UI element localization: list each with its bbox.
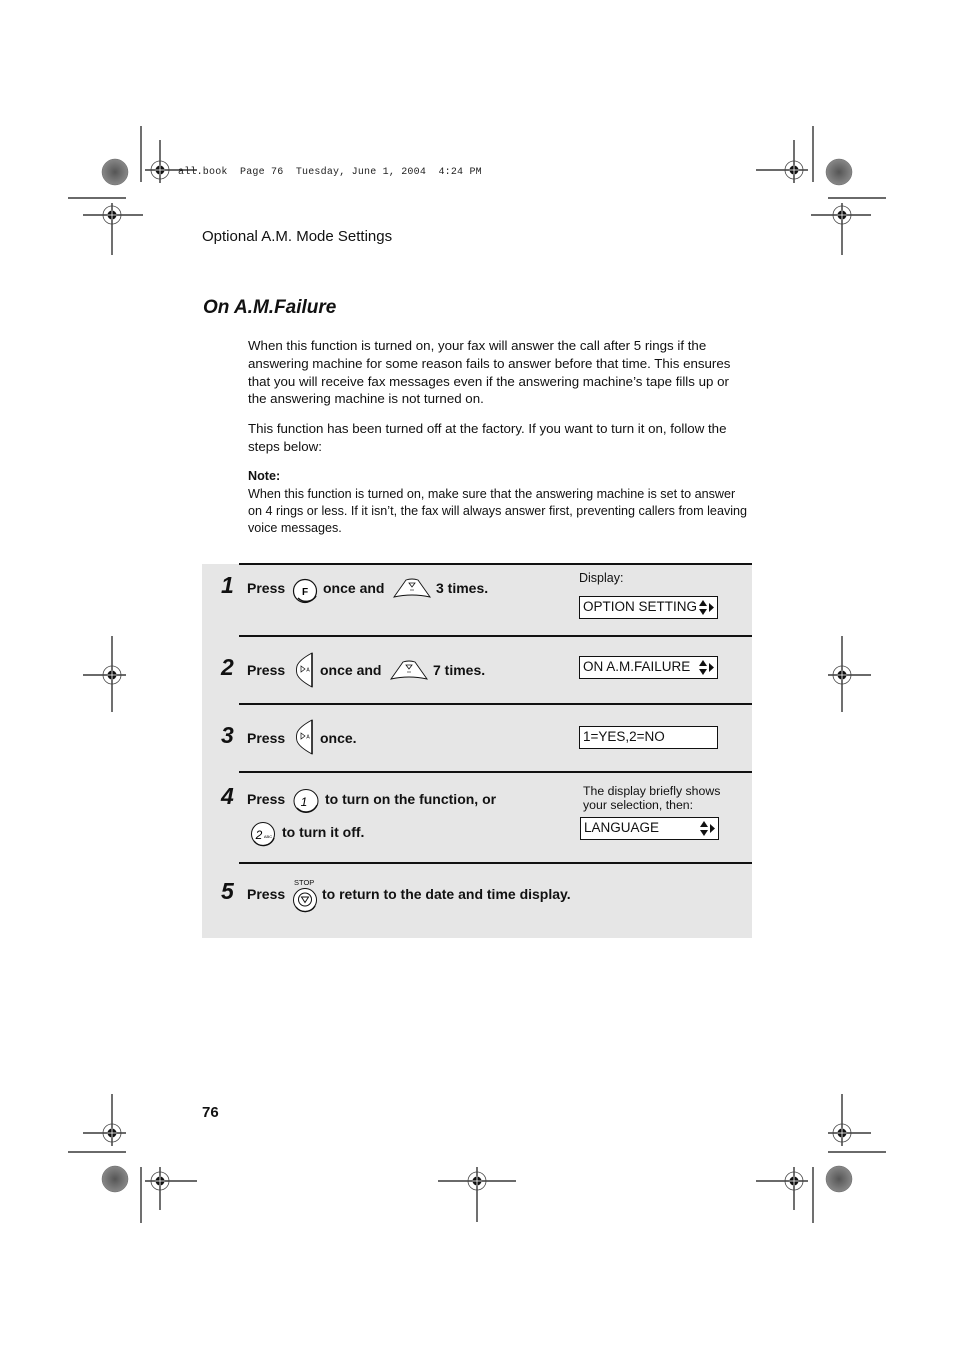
- step-divider: [239, 862, 752, 864]
- display-label: Display:: [579, 571, 624, 585]
- step-text: once and: [323, 580, 385, 596]
- key-label: 1: [301, 795, 308, 809]
- page-number: 76: [202, 1104, 219, 1121]
- number-key-2-icon: 2 ABC: [251, 822, 275, 847]
- crop-mark-bottom-center: [438, 1167, 516, 1222]
- scroll-arrows-icon: [699, 600, 714, 615]
- crop-mark-mid-right: [828, 636, 871, 712]
- step-text: to turn on the function, or: [325, 791, 497, 807]
- step-number: 3: [221, 722, 234, 748]
- crop-mark-bottom-left: [68, 1094, 197, 1223]
- lcd-display: 1=YES,2=NO: [579, 726, 718, 749]
- lcd-text: OPTION SETTING: [583, 599, 698, 614]
- step-text: Press: [247, 730, 286, 746]
- print-stamp: all.book Page 76 Tuesday, June 1, 2004 4…: [178, 167, 482, 178]
- lcd-display: LANGUAGE: [580, 817, 719, 840]
- note-text: When this function is turned on, make su…: [248, 487, 748, 535]
- lcd-display: OPTION SETTING: [579, 596, 718, 619]
- step-divider: [239, 771, 752, 773]
- key-label: 2: [255, 828, 263, 842]
- step-text: to turn it off.: [282, 824, 365, 840]
- stop-key-label: STOP: [294, 878, 315, 887]
- step-text: Press: [247, 886, 286, 902]
- lcd-text: ON A.M.FAILURE: [583, 659, 691, 674]
- step-text: once and: [320, 662, 382, 678]
- step-divider: [239, 635, 752, 637]
- step-text: 3 times.: [436, 580, 489, 596]
- crop-mark-top-right: [756, 126, 886, 255]
- steps-panel: [202, 564, 752, 938]
- key-label: F: [302, 587, 308, 598]
- intro-paragraph: When this function is turned on, your fa…: [248, 338, 731, 407]
- scroll-arrows-icon: [699, 660, 714, 675]
- display-label: The display briefly shows your selection…: [583, 784, 721, 812]
- down-arrow-key-icon: [390, 660, 428, 680]
- factory-setting-paragraph: This function has been turned off at the…: [248, 421, 727, 454]
- crop-mark-mid-left: [83, 636, 126, 712]
- crop-mark-bottom-right: [756, 1094, 886, 1223]
- step-number: 1: [221, 572, 234, 598]
- step-text: Press: [247, 791, 286, 807]
- right-arrow-key-icon: A: [296, 719, 313, 755]
- note-label: Note:: [248, 469, 281, 483]
- step-text: to return to the date and time display.: [322, 886, 571, 902]
- lcd-text: 1=YES,2=NO: [583, 729, 665, 744]
- down-arrow-key-icon: [393, 578, 431, 598]
- function-key-icon: F: [292, 578, 318, 604]
- scroll-arrows-icon: [700, 821, 715, 836]
- section-title: On A.M.Failure: [203, 297, 337, 318]
- step-number: 4: [221, 783, 234, 809]
- step-divider: [239, 563, 752, 565]
- step-number: 5: [221, 878, 234, 904]
- step-text: 7 times.: [433, 662, 486, 678]
- number-key-1-icon: 1: [293, 789, 319, 813]
- key-sublabel: ABC: [264, 834, 272, 839]
- lcd-text: LANGUAGE: [584, 820, 660, 835]
- step-text: Press: [247, 580, 286, 596]
- step-number: 2: [221, 654, 234, 680]
- lcd-display: ON A.M.FAILURE: [579, 656, 718, 679]
- step-divider: [239, 703, 752, 705]
- stop-key-icon: [293, 888, 317, 913]
- step-text: once.: [320, 730, 357, 746]
- crop-mark-top-left: [68, 126, 197, 255]
- step-text: Press: [247, 662, 286, 678]
- running-head: Optional A.M. Mode Settings: [202, 228, 393, 245]
- right-arrow-key-icon: A: [296, 652, 313, 688]
